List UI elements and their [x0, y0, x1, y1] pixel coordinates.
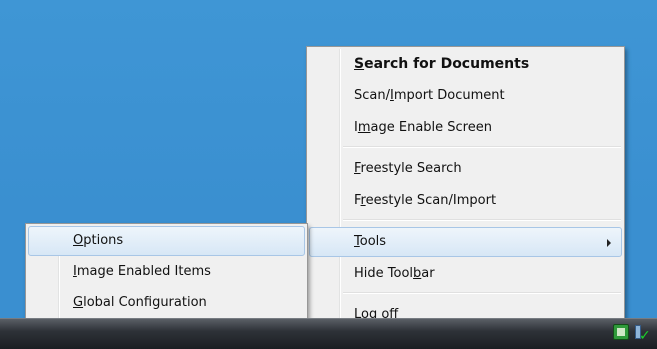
submenu-item-image-enabled-items[interactable]: Image Enabled Items [28, 257, 305, 287]
tools-submenu: Options Image Enabled Items Global Confi… [25, 223, 308, 321]
checkmark-icon: ✓ [639, 328, 651, 344]
menu-item-search-for-documents[interactable]: Search for Documents [309, 49, 622, 79]
submenu-item-global-configuration[interactable]: Global Configuration [28, 288, 305, 318]
menu-item-label: Search for Documents [354, 56, 530, 72]
menu-item-label: Hide Toolbar [354, 266, 435, 281]
menu-item-freestyle-search[interactable]: Freestyle Search [309, 154, 622, 184]
application-tray-icon[interactable] [613, 324, 629, 340]
taskbar: ✓ [0, 318, 657, 349]
menu-item-label: Freestyle Scan/Import [354, 193, 497, 208]
menu-item-label: Freestyle Search [354, 161, 462, 176]
menu-separator [343, 292, 621, 294]
menu-item-scan-import-document[interactable]: Scan/Import Document [309, 81, 622, 111]
context-menu: Search for Documents Scan/Import Documen… [306, 46, 625, 336]
submenu-arrow-icon [607, 239, 611, 247]
menu-item-label: Image Enable Screen [354, 120, 492, 135]
submenu-item-options[interactable]: Options [28, 226, 305, 256]
menu-item-label: Options [73, 233, 124, 248]
menu-item-label: Image Enabled Items [73, 264, 211, 279]
menu-item-tools[interactable]: Tools [309, 227, 622, 257]
menu-item-freestyle-scan-import[interactable]: Freestyle Scan/Import [309, 186, 622, 216]
network-status-icon[interactable]: ✓ [633, 323, 651, 343]
menu-separator [343, 146, 621, 148]
menu-separator [343, 219, 621, 221]
menu-item-hide-toolbar[interactable]: Hide Toolbar [309, 259, 622, 289]
menu-item-label: Global Configuration [73, 295, 207, 310]
menu-item-image-enable-screen[interactable]: Image Enable Screen [309, 113, 622, 143]
menu-item-label: Tools [354, 234, 387, 249]
menu-item-label: Scan/Import Document [354, 88, 505, 103]
